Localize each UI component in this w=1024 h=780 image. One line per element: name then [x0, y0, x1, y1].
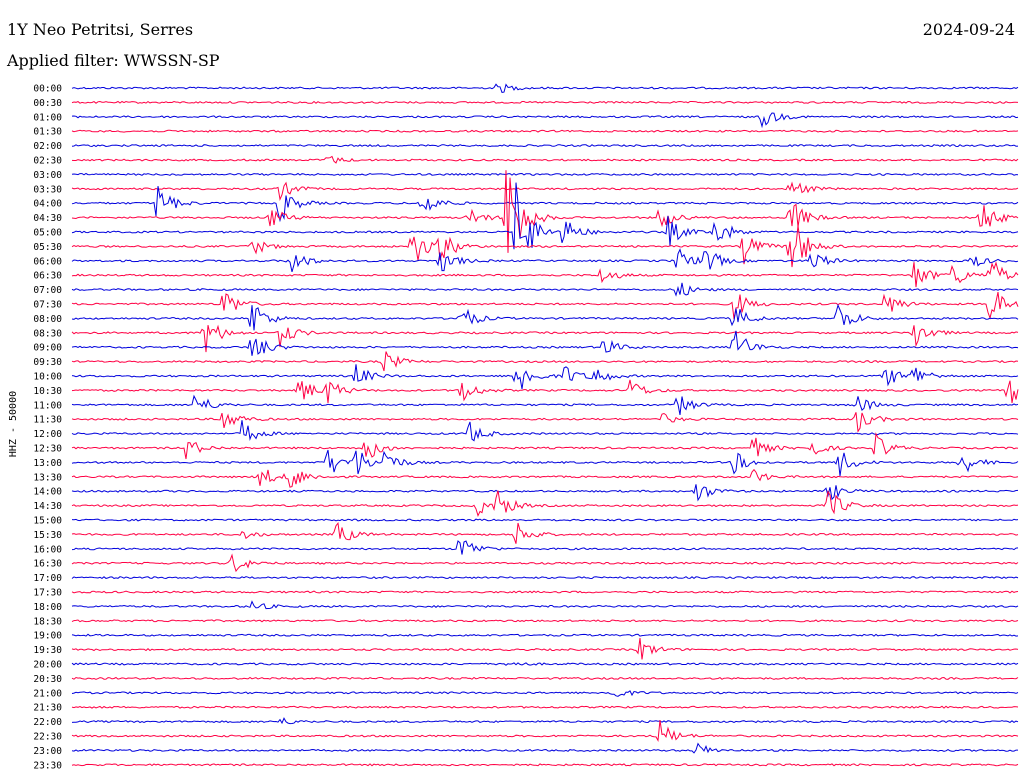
time-tick-label: 00:00: [33, 84, 62, 95]
time-tick-label: 18:30: [33, 616, 62, 627]
seismic-trace: [71, 182, 1019, 250]
seismic-trace: [71, 170, 1019, 253]
time-tick-label: 17:30: [33, 588, 62, 599]
time-tick-label: 01:00: [33, 112, 62, 123]
time-tick-label: 22:30: [33, 732, 62, 743]
seismic-trace: [71, 351, 1019, 372]
seismic-trace: [71, 637, 1019, 660]
seismic-trace: [71, 600, 1019, 610]
seismic-trace: [71, 619, 1019, 623]
seismic-trace: [71, 676, 1019, 680]
seismic-trace: [71, 394, 1019, 415]
seismic-trace: [71, 100, 1019, 104]
seismic-trace: [71, 412, 1019, 433]
seismic-trace: [71, 261, 1019, 288]
seismic-trace: [71, 144, 1019, 148]
seismic-trace: [71, 705, 1019, 709]
seismic-trace: [71, 83, 1019, 93]
helicorder-plot: 00:00 00:30 01:00 01:30 02:00 02:30 03:00 03:30…: [8, 83, 1019, 772]
time-tick-label: 03:00: [33, 170, 62, 181]
seismic-trace: [71, 662, 1019, 666]
seismic-trace: [71, 291, 1019, 320]
seismic-trace: [71, 763, 1019, 767]
seismogram-figure: 1Y Neo Petritsi, Serres 2024-09-24 Appli…: [0, 0, 1024, 780]
seismic-trace: [71, 186, 1019, 223]
seismic-trace: [71, 590, 1019, 594]
time-tick-label: 07:30: [33, 300, 62, 311]
seismic-trace: [71, 484, 1019, 502]
time-tick-label: 11:30: [33, 415, 62, 426]
seismic-trace: [71, 172, 1019, 176]
time-tick-label: 20:30: [33, 674, 62, 685]
time-tick-label: 08:30: [33, 328, 62, 339]
time-tick-label: 17:00: [33, 573, 62, 584]
seismic-trace: [71, 518, 1019, 522]
time-tick-label: 14:00: [33, 487, 62, 498]
seismic-trace: [71, 155, 1019, 164]
seismic-trace: [71, 742, 1018, 754]
time-tick-label: 13:30: [33, 472, 62, 483]
time-tick-label: 07:00: [33, 285, 62, 296]
time-tick-label: 02:30: [33, 156, 62, 167]
time-tick-label: 04:30: [33, 213, 62, 224]
seismic-trace: [71, 690, 1019, 697]
time-tick-label: 14:30: [33, 501, 62, 512]
time-tick-label: 12:30: [33, 444, 62, 455]
time-tick-label: 02:00: [33, 141, 62, 152]
time-tick-label: 03:30: [33, 184, 62, 195]
time-tick-label: 10:30: [33, 386, 62, 397]
time-tick-label: 16:30: [33, 559, 62, 570]
time-tick-label: 05:30: [33, 242, 62, 253]
seismic-trace: [71, 181, 1019, 202]
seismic-trace: [71, 490, 1019, 517]
seismic-trace: [71, 248, 1019, 273]
time-tick-labels: 00:00 00:30 01:00 01:30 02:00 02:30 03:00 03:30…: [33, 84, 62, 772]
trace-group: [71, 83, 1019, 767]
seismic-trace: [71, 112, 1019, 129]
seismic-trace: [71, 720, 1019, 743]
time-tick-label: 22:00: [33, 717, 62, 728]
time-tick-label: 18:00: [33, 602, 62, 613]
time-tick-label: 23:00: [33, 746, 62, 757]
time-tick-label: 08:00: [33, 314, 62, 325]
seismic-trace: [71, 540, 1019, 555]
time-tick-label: 10:00: [33, 372, 62, 383]
time-tick-label: 19:30: [33, 645, 62, 656]
seismic-trace: [71, 379, 1019, 404]
y-axis-label: HHZ - 50000: [8, 391, 19, 457]
time-tick-label: 06:00: [33, 256, 62, 267]
time-tick-label: 09:00: [33, 343, 62, 354]
seismic-trace: [71, 129, 1019, 133]
time-tick-label: 20:00: [33, 660, 62, 671]
time-tick-label: 01:30: [33, 127, 62, 138]
seismic-trace: [71, 633, 1019, 637]
seismic-trace: [71, 449, 1019, 477]
seismic-trace: [71, 576, 1019, 580]
time-tick-label: 13:00: [33, 458, 62, 469]
seismic-trace: [71, 303, 1019, 331]
time-tick-label: 21:00: [33, 688, 62, 699]
seismic-trace: [71, 330, 1019, 356]
seismic-trace: [71, 717, 1019, 725]
seismic-trace: [71, 553, 1019, 573]
time-tick-label: 05:00: [33, 228, 62, 239]
seismic-trace: [71, 432, 1019, 460]
time-tick-label: 19:00: [33, 631, 62, 642]
seismic-trace: [71, 324, 1019, 353]
seismic-trace: [71, 468, 1019, 488]
time-tick-label: 09:30: [33, 357, 62, 368]
time-tick-label: 23:30: [33, 760, 62, 771]
seismic-trace: [71, 521, 1019, 544]
time-tick-label: 12:00: [33, 429, 62, 440]
seismic-trace: [71, 282, 1019, 297]
seismic-trace: [71, 364, 1019, 390]
time-tick-label: 15:30: [33, 530, 62, 541]
time-tick-label: 04:00: [33, 199, 62, 210]
time-tick-label: 06:30: [33, 271, 62, 282]
time-tick-label: 21:30: [33, 703, 62, 714]
time-tick-label: 15:00: [33, 516, 62, 527]
time-tick-label: 00:30: [33, 98, 62, 109]
time-tick-label: 11:00: [33, 400, 62, 411]
time-tick-label: 16:00: [33, 544, 62, 555]
